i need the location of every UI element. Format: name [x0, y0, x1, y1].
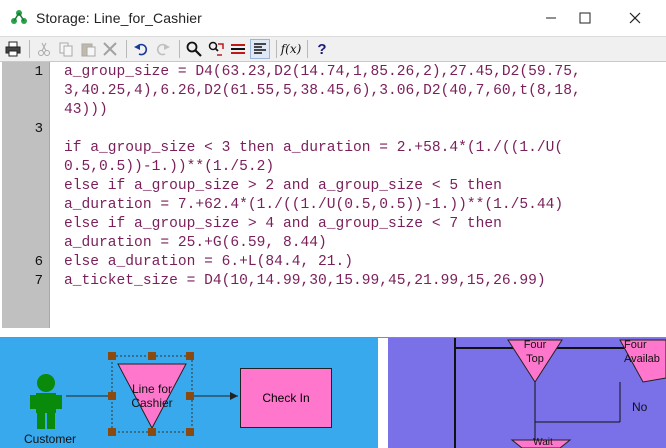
line-number: 3 — [34, 121, 43, 137]
line-number: 1 — [34, 64, 43, 80]
maximize-icon — [579, 12, 591, 24]
arrow-head — [230, 392, 238, 400]
cut-button[interactable] — [34, 39, 54, 59]
paste-button[interactable] — [78, 39, 98, 59]
copy-icon — [59, 42, 73, 57]
find-button[interactable] — [184, 39, 204, 59]
redo-button[interactable] — [153, 39, 173, 59]
code-line[interactable]: a_group_size = D4(63.23,D2(14.74,1,85.26… — [64, 64, 581, 80]
toolbar-separator — [307, 40, 308, 58]
title-bar[interactable]: Storage: Line_for_Cashier — [0, 0, 666, 36]
code-editor[interactable]: 1 3 6 7 a_group_size = D4(63.23,D2(14.74… — [0, 62, 666, 330]
magnifier-icon — [186, 41, 202, 57]
storage-window[interactable]: Storage: Line_for_Cashier f(x) ? 1 3 6 7… — [0, 0, 666, 338]
code-line[interactable]: if a_group_size < 3 then a_duration = 2.… — [64, 140, 563, 156]
code-line[interactable]: else a_duration = 6.+L(84.4, 21.) — [64, 254, 353, 270]
minimize-icon — [546, 17, 556, 19]
code-line[interactable]: 0.5,0.5))-1.))**(1./5.2) — [64, 159, 274, 175]
undo-button[interactable] — [131, 39, 151, 59]
undo-icon — [134, 43, 148, 56]
redo-icon — [156, 43, 170, 56]
format-button[interactable] — [250, 39, 270, 59]
replace-button[interactable] — [206, 39, 226, 59]
customer-label: Customer — [23, 432, 76, 446]
no-label: No — [632, 400, 648, 414]
find-replace-icon — [208, 41, 224, 56]
close-button[interactable] — [612, 0, 658, 36]
help-button[interactable]: ? — [312, 39, 332, 59]
customer-icon[interactable] — [30, 374, 62, 429]
clipboard-icon — [81, 43, 96, 57]
code-line[interactable]: a_duration = 25.+G(6.59, 8.44) — [64, 235, 327, 251]
function-icon: f(x) — [280, 42, 302, 56]
line-number-gutter: 1 3 6 7 — [2, 62, 50, 328]
printer-icon — [5, 41, 21, 57]
four-top-label: Four Top — [523, 339, 547, 365]
check-in-label: Check In — [262, 391, 310, 405]
code-line[interactable]: else if a_group_size > 4 and a_group_siz… — [64, 216, 502, 232]
align-lines-icon — [254, 43, 266, 54]
code-line[interactable]: a_duration = 7.+62.4*(1./((1./U(0.5,0.5)… — [64, 197, 563, 213]
toolbar-separator — [126, 40, 127, 58]
window-title: Storage: Line_for_Cashier — [36, 10, 202, 26]
wait-label: Wait — [533, 437, 553, 448]
code-line[interactable]: a_ticket_size = D4(10,14.99,30,15.99,45,… — [64, 273, 546, 289]
help-icon: ? — [317, 40, 327, 58]
scissors-icon — [38, 42, 50, 56]
delete-button[interactable] — [100, 39, 120, 59]
function-button[interactable]: f(x) — [280, 39, 302, 59]
print-button[interactable] — [3, 39, 23, 59]
code-line[interactable]: 43))) — [64, 102, 108, 118]
line-for-cashier-label: Line for Cashier — [131, 382, 173, 410]
code-line[interactable]: else if a_group_size > 2 and a_group_siz… — [64, 178, 502, 194]
app-icon — [11, 10, 27, 24]
code-area[interactable]: a_group_size = D4(63.23,D2(14.74,1,85.26… — [50, 62, 666, 330]
close-icon — [629, 12, 641, 24]
toolbar-separator — [179, 40, 180, 58]
four-available-label: Four Availab — [624, 339, 660, 365]
code-line[interactable]: 3,40.25,4),6.26,D2(61.55,5,38.45,6),3.06… — [64, 83, 581, 99]
delete-x-icon — [103, 42, 117, 56]
copy-button[interactable] — [56, 39, 76, 59]
line-number: 6 — [34, 254, 43, 270]
line-number: 7 — [34, 273, 43, 289]
goto-button[interactable] — [228, 39, 248, 59]
check-in-node[interactable]: Check In — [240, 368, 332, 428]
toolbar-separator — [276, 40, 277, 58]
toolbar: f(x) ? — [0, 36, 666, 62]
toolbar-separator — [29, 40, 30, 58]
goto-arrows-icon — [231, 44, 245, 54]
maximize-button[interactable] — [562, 0, 608, 36]
